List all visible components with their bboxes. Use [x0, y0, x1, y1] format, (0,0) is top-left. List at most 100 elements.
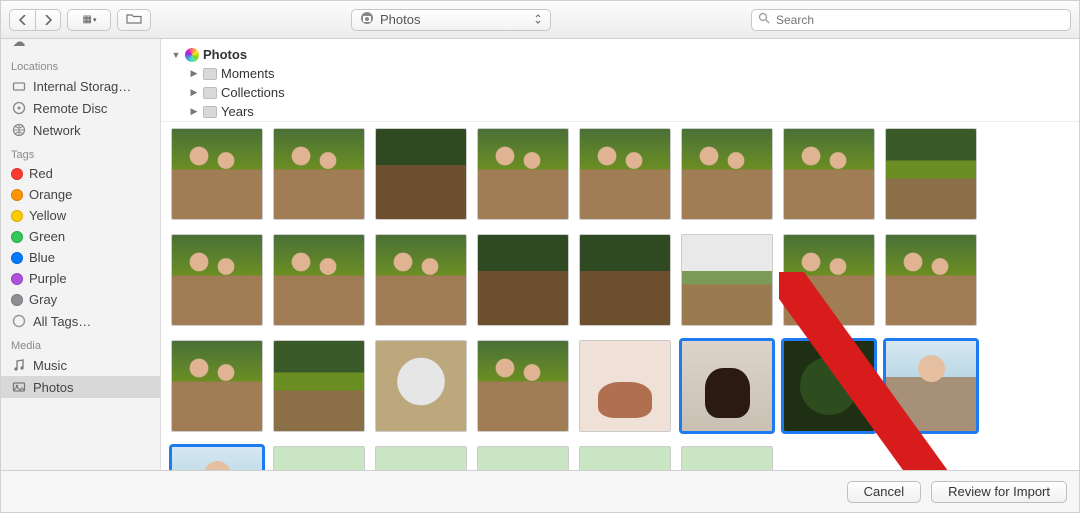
sidebar-heading: Media: [1, 332, 160, 354]
sidebar-item-internal-storag[interactable]: Internal Storag…: [1, 75, 160, 97]
photo-thumbnail[interactable]: [477, 234, 569, 326]
photo-thumbnail[interactable]: [885, 234, 977, 326]
disclosure-triangle-icon[interactable]: ▶: [189, 87, 199, 98]
sidebar-heading: Locations: [1, 53, 160, 75]
search-field[interactable]: [751, 9, 1071, 31]
photo-thumbnail[interactable]: [579, 340, 671, 432]
photo-thumbnail[interactable]: [273, 234, 365, 326]
back-button[interactable]: [9, 9, 35, 31]
photos-app-icon: [360, 11, 374, 28]
disclosure-triangle-icon[interactable]: ▼: [171, 50, 181, 60]
tag-dot-icon: [11, 252, 23, 264]
thumbnail-image: [376, 235, 466, 325]
tree-item-label: Moments: [221, 66, 274, 81]
tag-dot-icon: [11, 189, 23, 201]
photo-thumbnail[interactable]: [681, 340, 773, 432]
tree-item-moments[interactable]: ▶ Moments: [189, 64, 1069, 83]
sidebar-item-red[interactable]: Red: [1, 163, 160, 184]
photo-thumbnail[interactable]: [783, 340, 875, 432]
path-dropdown[interactable]: Photos: [351, 9, 551, 31]
dialog-body: ☁︎ LocationsInternal Storag… Remote Disc N…: [1, 39, 1079, 470]
photo-thumbnail[interactable]: [681, 128, 773, 220]
thumbnail-image: [172, 235, 262, 325]
tree-root-photos[interactable]: ▼ Photos: [171, 45, 1069, 64]
sidebar: ☁︎ LocationsInternal Storag… Remote Disc N…: [1, 39, 161, 470]
photo-thumbnail[interactable]: [579, 446, 671, 470]
sidebar-item-gray[interactable]: Gray: [1, 289, 160, 310]
tree-item-label: Years: [221, 104, 254, 119]
cancel-button[interactable]: Cancel: [847, 481, 921, 503]
photo-thumbnail[interactable]: [375, 340, 467, 432]
thumbnail-image: [376, 447, 466, 470]
tag-dot-icon: [11, 294, 23, 306]
photo-thumbnail[interactable]: [171, 128, 263, 220]
photo-thumbnail[interactable]: [375, 128, 467, 220]
disclosure-triangle-icon[interactable]: ▶: [189, 106, 199, 117]
folder-icon: [203, 106, 217, 118]
tag-dot-icon: [11, 168, 23, 180]
thumbnail-image: [172, 341, 262, 431]
sidebar-item-yellow[interactable]: Yellow: [1, 205, 160, 226]
sidebar-item-truncated[interactable]: ☁︎: [1, 39, 160, 53]
search-input[interactable]: [776, 13, 1064, 27]
photos-icon: [11, 379, 27, 395]
sidebar-item-network[interactable]: Network: [1, 119, 160, 141]
thumbnail-image: [478, 129, 568, 219]
thumbnail-image: [172, 447, 262, 470]
thumbnail-image: [274, 341, 364, 431]
thumbnail-image: [682, 129, 772, 219]
review-for-import-button[interactable]: Review for Import: [931, 481, 1067, 503]
photo-thumbnail[interactable]: [579, 234, 671, 326]
sidebar-item-purple[interactable]: Purple: [1, 268, 160, 289]
drive-icon: [11, 78, 27, 94]
group-by-button[interactable]: [117, 9, 151, 31]
sidebar-item-photos[interactable]: Photos: [1, 376, 160, 398]
photo-thumbnail[interactable]: [477, 128, 569, 220]
forward-button[interactable]: [35, 9, 61, 31]
photo-thumbnail[interactable]: [171, 446, 263, 470]
photo-thumbnail[interactable]: [477, 446, 569, 470]
photo-thumbnail[interactable]: [375, 234, 467, 326]
import-dialog: ▦ ▾ Photos: [0, 0, 1080, 513]
photo-thumbnail[interactable]: [171, 234, 263, 326]
photo-thumbnail[interactable]: [273, 128, 365, 220]
thumbnail-image: [784, 235, 874, 325]
sidebar-item-label: Photos: [33, 380, 73, 395]
view-mode-button[interactable]: ▦ ▾: [67, 9, 111, 31]
photo-thumbnail[interactable]: [273, 340, 365, 432]
thumbnail-image: [478, 447, 568, 470]
photo-thumbnail[interactable]: [477, 340, 569, 432]
photo-thumbnail[interactable]: [171, 340, 263, 432]
source-tree: ▼ Photos ▶Moments▶Collections▶Years: [161, 39, 1079, 122]
chevron-down-icon: ▾: [93, 16, 96, 24]
sidebar-item-label: Remote Disc: [33, 101, 107, 116]
tree-item-collections[interactable]: ▶Collections: [189, 83, 1069, 102]
disclosure-triangle-icon[interactable]: ▶: [189, 68, 199, 79]
sidebar-item-blue[interactable]: Blue: [1, 247, 160, 268]
photo-thumbnail[interactable]: [681, 446, 773, 470]
photo-thumbnail[interactable]: [885, 128, 977, 220]
photo-thumbnail[interactable]: [783, 234, 875, 326]
folder-icon: [203, 68, 217, 80]
thumbnail-image: [274, 447, 364, 470]
photo-thumbnail[interactable]: [579, 128, 671, 220]
photo-thumbnail[interactable]: [885, 340, 977, 432]
path-label: Photos: [380, 12, 420, 27]
thumbnail-grid[interactable]: [171, 128, 1069, 470]
sidebar-item-label: Music: [33, 358, 67, 373]
sidebar-item-all-tags[interactable]: All Tags…: [1, 310, 160, 332]
photo-thumbnail[interactable]: [681, 234, 773, 326]
sidebar-item-label: Green: [29, 229, 65, 244]
photo-thumbnail[interactable]: [273, 446, 365, 470]
sidebar-item-green[interactable]: Green: [1, 226, 160, 247]
sidebar-item-music[interactable]: Music: [1, 354, 160, 376]
main-pane: ▼ Photos ▶Moments▶Collections▶Years: [161, 39, 1079, 470]
tree-item-years[interactable]: ▶ Years: [189, 102, 1069, 121]
sidebar-item-remote-disc[interactable]: Remote Disc: [1, 97, 160, 119]
chevron-updown-icon: [534, 13, 542, 27]
thumbnail-image: [478, 235, 568, 325]
grid-icon: ▦: [83, 14, 91, 25]
sidebar-item-orange[interactable]: Orange: [1, 184, 160, 205]
photo-thumbnail[interactable]: [783, 128, 875, 220]
photo-thumbnail[interactable]: [375, 446, 467, 470]
